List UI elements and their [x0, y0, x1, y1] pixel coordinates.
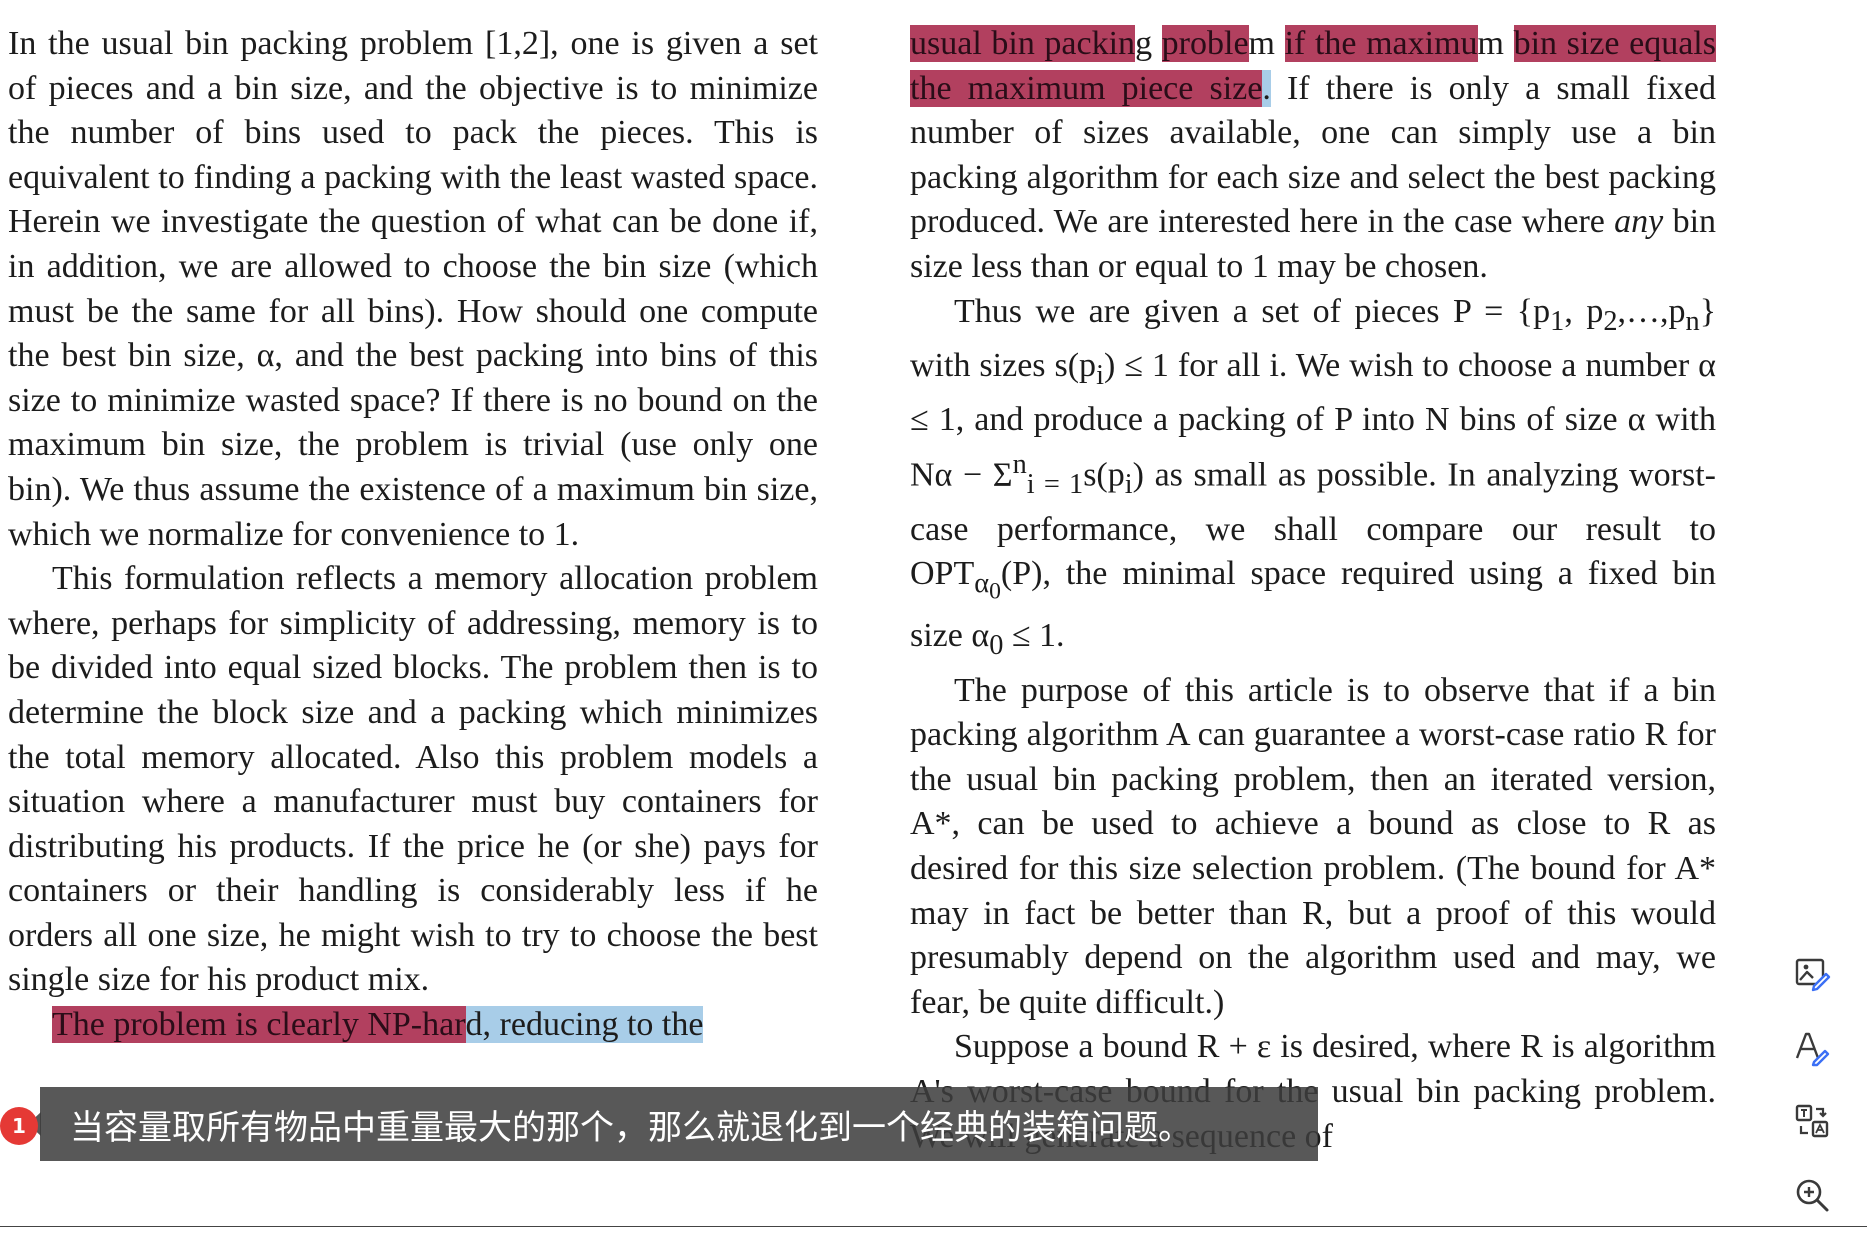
page-bottom-edge: [0, 1226, 1867, 1227]
paragraph-text: m: [1248, 25, 1285, 62]
paragraph-text: g: [1135, 25, 1162, 62]
highlight-red[interactable]: if the maximu: [1284, 25, 1478, 62]
subscript: α0: [974, 568, 1001, 605]
floating-toolbar: [1784, 945, 1844, 1223]
subscript: 2: [1603, 305, 1618, 337]
superscript: n: [1012, 448, 1027, 480]
highlight-blue[interactable]: .: [1262, 69, 1271, 107]
math-text: s(p: [1083, 456, 1125, 494]
paragraph: This formulation reflects a memory alloc…: [8, 560, 818, 999]
subscript: i: [1096, 359, 1104, 391]
highlight-red[interactable]: usual bin packin: [910, 25, 1136, 62]
highlight-red[interactable]: proble: [1161, 25, 1249, 62]
paragraph: usual bin packing problem if the maximum…: [910, 22, 1716, 290]
left-column: In the usual bin packing problem [1,2], …: [8, 22, 818, 1048]
subtitle-overlay[interactable]: 1 当容量取所有物品中重量最大的那个，那么就退化到一个经典的装箱问题。: [0, 1087, 1318, 1161]
math-text: ,…,p: [1617, 292, 1686, 330]
math-text: , p: [1564, 292, 1604, 330]
italic-word: any: [1614, 203, 1664, 241]
subscript: 1: [1550, 305, 1565, 337]
right-column: usual bin packing problem if the maximum…: [910, 22, 1716, 1159]
paragraph-text: m: [1477, 25, 1514, 62]
paragraph: The problem is clearly NP-hard, reducing…: [8, 1003, 818, 1048]
math-text: ≤ 1.: [1003, 617, 1065, 655]
highlight-red[interactable]: The problem is clearly NP-har: [52, 1006, 466, 1044]
subscript-alpha: α: [974, 568, 990, 600]
subscript: i = 1: [1026, 469, 1084, 501]
zoom-in-button[interactable]: [1784, 1167, 1840, 1223]
image-edit-icon: [1795, 958, 1831, 992]
subscript: 0: [989, 630, 1004, 662]
image-edit-button[interactable]: [1784, 945, 1840, 1001]
text-edit-button[interactable]: [1784, 1019, 1840, 1075]
translate-icon: [1795, 1104, 1829, 1138]
subscript: i: [1124, 469, 1133, 501]
paragraph: In the usual bin packing problem [1,2], …: [8, 25, 818, 553]
subscript-zero: 0: [989, 578, 1001, 605]
zoom-in-icon: [1796, 1179, 1829, 1212]
subscript: n: [1685, 305, 1700, 337]
subtitle-index-badge: 1: [0, 1107, 38, 1145]
highlight-blue[interactable]: d, reducing to the: [465, 1006, 704, 1044]
paragraph: The purpose of this article is to observ…: [910, 671, 1716, 1021]
translate-button[interactable]: [1784, 1093, 1840, 1149]
text-edit-icon: [1795, 1032, 1830, 1067]
subtitle-bar: 当容量取所有物品中重量最大的那个，那么就退化到一个经典的装箱问题。: [40, 1087, 1318, 1161]
paragraph: Thus we are given a set of pieces P = {p…: [910, 290, 1716, 669]
math-text: Thus we are given a set of pieces P = {p: [954, 292, 1551, 330]
subtitle-text: 当容量取所有物品中重量最大的那个，那么就退化到一个经典的装箱问题。: [70, 1107, 1192, 1148]
pdf-page: In the usual bin packing problem [1,2], …: [0, 0, 1867, 1234]
